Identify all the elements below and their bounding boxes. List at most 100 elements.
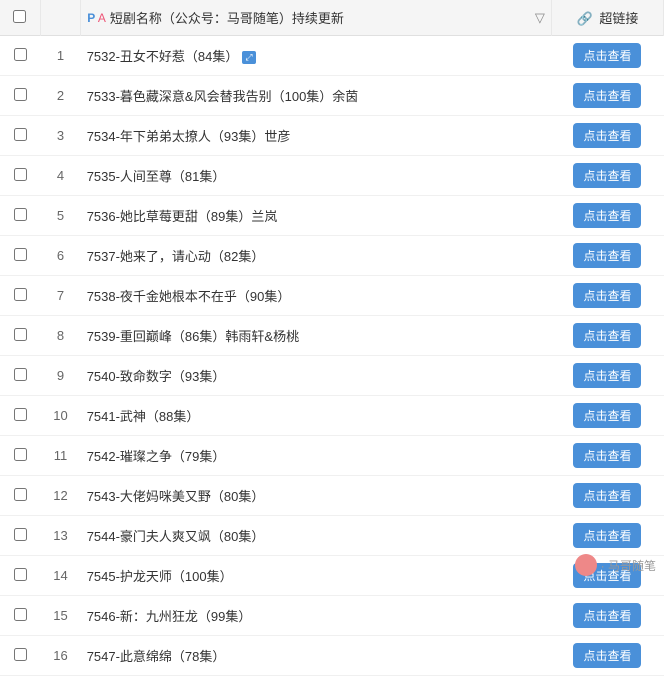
table-row: 167547-此意绵绵（78集）点击查看 — [0, 636, 664, 676]
row-number: 15 — [40, 596, 80, 636]
table-row: 87539-重回巅峰（86集）韩雨轩&杨桃点击查看 — [0, 316, 664, 356]
row-link-cell: 点击查看 — [551, 596, 663, 636]
row-checkbox-cell — [0, 596, 40, 636]
row-link-cell: 点击查看 — [551, 76, 663, 116]
row-checkbox-cell — [0, 76, 40, 116]
row-title: 7541-武神（88集） — [81, 396, 552, 436]
link-header: 🔗 超链接 — [551, 0, 663, 36]
filter-icon[interactable]: ▽ — [535, 10, 545, 26]
row-checkbox-cell — [0, 116, 40, 156]
table-row: 157546-新：九州狂龙（99集） 点击查看 — [0, 596, 664, 636]
table-row: 37534-年下弟弟太撩人（93集）世彦点击查看 — [0, 116, 664, 156]
view-button[interactable]: 点击查看 — [573, 363, 641, 388]
data-table: P A 短剧名称（公众号：马哥随笔）持续更新 ▽ 🔗 超链接 17532-丑女不… — [0, 0, 664, 676]
row-number: 10 — [40, 396, 80, 436]
view-button[interactable]: 点击查看 — [573, 243, 641, 268]
row-checkbox[interactable] — [14, 208, 27, 221]
row-number: 8 — [40, 316, 80, 356]
row-checkbox-cell — [0, 236, 40, 276]
watermark-avatar — [575, 554, 597, 576]
row-checkbox-cell — [0, 156, 40, 196]
row-checkbox[interactable] — [14, 88, 27, 101]
row-link-cell: 点击查看 — [551, 436, 663, 476]
row-number: 4 — [40, 156, 80, 196]
row-title: 7547-此意绵绵（78集） — [81, 636, 552, 676]
external-link-icon[interactable]: ⤢ — [242, 51, 255, 64]
row-checkbox-cell — [0, 356, 40, 396]
view-button[interactable]: 点击查看 — [573, 603, 641, 628]
row-checkbox[interactable] — [14, 48, 27, 61]
row-checkbox[interactable] — [14, 488, 27, 501]
table-row: 67537-她来了，请心动（82集）点击查看 — [0, 236, 664, 276]
row-checkbox-cell — [0, 556, 40, 596]
table-row: 107541-武神（88集） 点击查看 — [0, 396, 664, 436]
row-checkbox[interactable] — [14, 288, 27, 301]
row-checkbox-cell — [0, 476, 40, 516]
title-header-content: P A 短剧名称（公众号：马哥随笔）持续更新 ▽ — [87, 8, 545, 27]
row-number: 9 — [40, 356, 80, 396]
row-title: 7545-护龙天师（100集） — [81, 556, 552, 596]
row-checkbox-cell — [0, 316, 40, 356]
checkbox-header[interactable] — [0, 0, 40, 36]
table-row: 17532-丑女不好惹（84集）⤢点击查看 — [0, 36, 664, 76]
row-checkbox-cell — [0, 636, 40, 676]
view-button[interactable]: 点击查看 — [573, 403, 641, 428]
table-body: 17532-丑女不好惹（84集）⤢点击查看27533-暮色藏深意&风会替我告别（… — [0, 36, 664, 676]
row-checkbox[interactable] — [14, 648, 27, 661]
view-button[interactable]: 点击查看 — [573, 123, 641, 148]
row-link-cell: 点击查看 — [551, 276, 663, 316]
row-title: 7533-暮色藏深意&风会替我告别（100集）余茵 — [81, 76, 552, 116]
view-button[interactable]: 点击查看 — [573, 203, 641, 228]
view-button[interactable]: 点击查看 — [573, 523, 641, 548]
view-button[interactable]: 点击查看 — [573, 323, 641, 348]
row-checkbox[interactable] — [14, 528, 27, 541]
row-checkbox[interactable] — [14, 408, 27, 421]
watermark-label: · 马哥随笔 — [601, 557, 656, 574]
row-checkbox[interactable] — [14, 248, 27, 261]
row-number: 5 — [40, 196, 80, 236]
table-row: 127543-大佬妈咪美又野（80集） 点击查看 — [0, 476, 664, 516]
row-number: 1 — [40, 36, 80, 76]
row-title: 7543-大佬妈咪美又野（80集） — [81, 476, 552, 516]
view-button[interactable]: 点击查看 — [573, 83, 641, 108]
row-checkbox[interactable] — [14, 328, 27, 341]
row-link-cell: 点击查看 — [551, 476, 663, 516]
link-header-label: 超链接 — [599, 11, 638, 26]
row-checkbox[interactable] — [14, 608, 27, 621]
row-title: 7546-新：九州狂龙（99集） — [81, 596, 552, 636]
title-header-label: 短剧名称（公众号：马哥随笔）持续更新 — [110, 8, 344, 27]
row-checkbox-cell — [0, 516, 40, 556]
row-checkbox-cell — [0, 196, 40, 236]
row-link-cell: 点击查看 — [551, 36, 663, 76]
row-title: 7536-她比草莓更甜（89集）兰岚 — [81, 196, 552, 236]
row-checkbox[interactable] — [14, 368, 27, 381]
view-button[interactable]: 点击查看 — [573, 643, 641, 668]
view-button[interactable]: 点击查看 — [573, 163, 641, 188]
view-button[interactable]: 点击查看 — [573, 443, 641, 468]
row-checkbox[interactable] — [14, 168, 27, 181]
row-checkbox[interactable] — [14, 448, 27, 461]
table-row: 47535-人间至尊（81集） 点击查看 — [0, 156, 664, 196]
row-link-cell: 点击查看 — [551, 636, 663, 676]
row-title: 7535-人间至尊（81集） — [81, 156, 552, 196]
row-checkbox[interactable] — [14, 128, 27, 141]
table-row: 27533-暮色藏深意&风会替我告别（100集）余茵点击查看 — [0, 76, 664, 116]
select-all-checkbox[interactable] — [13, 10, 26, 23]
table-row: 147545-护龙天师（100集）点击查看 — [0, 556, 664, 596]
view-button[interactable]: 点击查看 — [573, 483, 641, 508]
table-row: 137544-豪门夫人爽又飒（80集）点击查看 — [0, 516, 664, 556]
table-row: 57536-她比草莓更甜（89集）兰岚点击查看 — [0, 196, 664, 236]
row-link-cell: 点击查看 — [551, 236, 663, 276]
row-title: 7544-豪门夫人爽又飒（80集） — [81, 516, 552, 556]
table-row: 117542-璀璨之争（79集）点击查看 — [0, 436, 664, 476]
view-button[interactable]: 点击查看 — [573, 43, 641, 68]
row-checkbox[interactable] — [14, 568, 27, 581]
row-title: 7538-夜千金她根本不在乎（90集） — [81, 276, 552, 316]
row-checkbox-cell — [0, 276, 40, 316]
row-title: 7534-年下弟弟太撩人（93集）世彦 — [81, 116, 552, 156]
row-number: 12 — [40, 476, 80, 516]
row-title: 7540-致命数字（93集） — [81, 356, 552, 396]
table-row: 77538-夜千金她根本不在乎（90集）点击查看 — [0, 276, 664, 316]
view-button[interactable]: 点击查看 — [573, 283, 641, 308]
row-link-cell: 点击查看 — [551, 196, 663, 236]
